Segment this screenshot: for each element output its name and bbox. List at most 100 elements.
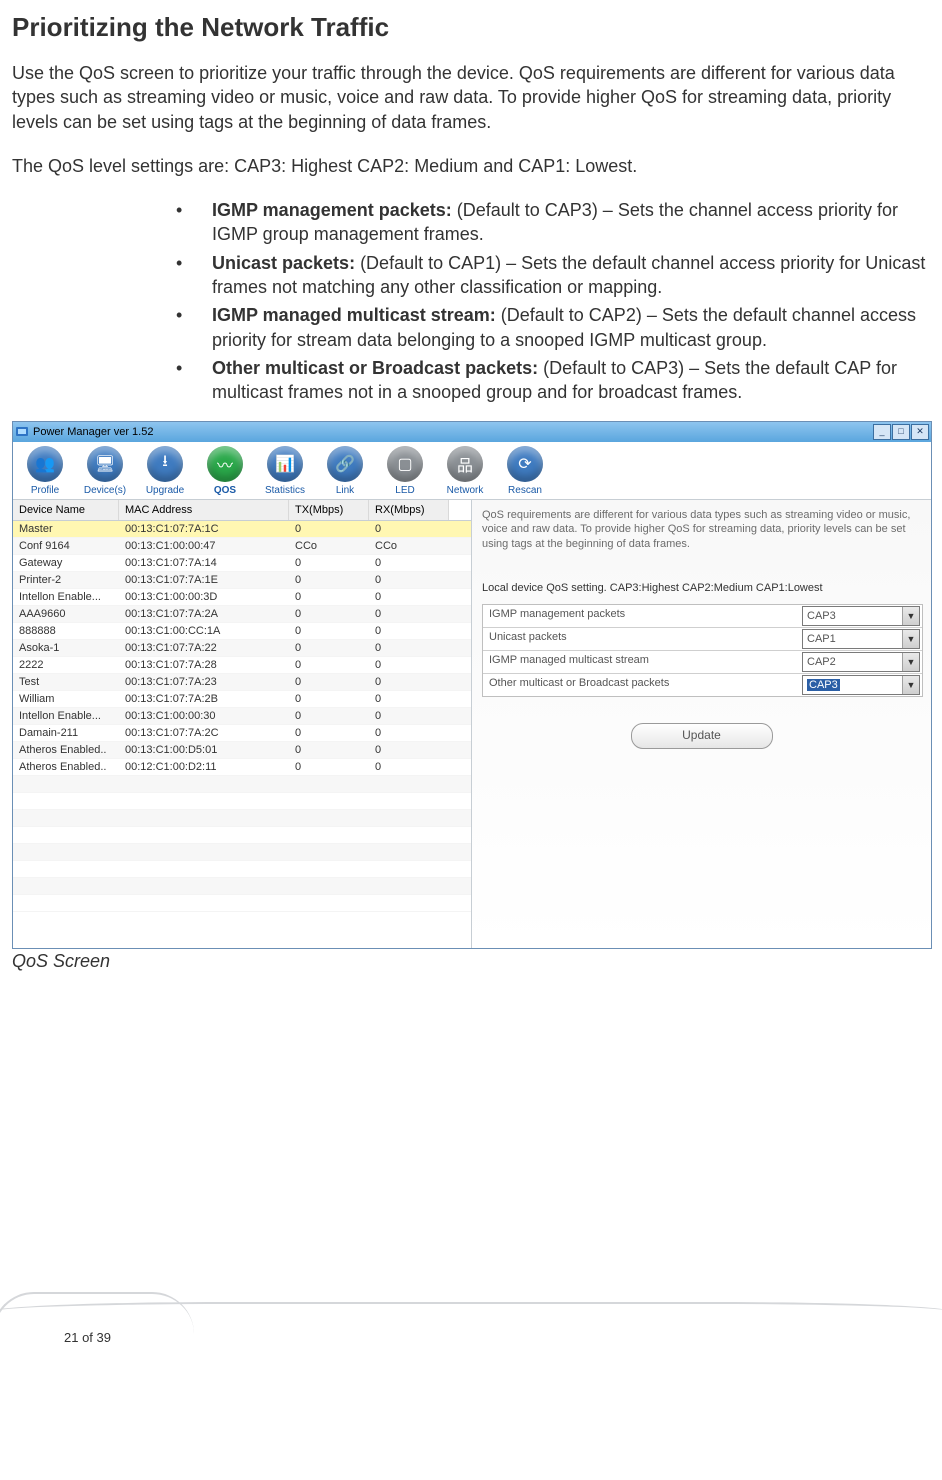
toolbar-qos[interactable]: 〰QOS [197,446,253,499]
toolbar-network[interactable]: 品Network [437,446,493,499]
cell: 0 [369,691,449,707]
table-row[interactable]: Conf 916400:13:C1:00:00:47CCoCCo [13,538,471,555]
app-title: Power Manager ver 1.52 [33,426,153,438]
minimize-button[interactable]: _ [873,424,891,440]
qos-row-label: Unicast packets [483,627,800,650]
toolbar-rescan[interactable]: ⟳Rescan [497,446,553,499]
cell: 00:13:C1:07:7A:2B [119,691,289,707]
col-device-name[interactable]: Device Name [13,500,119,520]
cell: Intellon Enable... [13,589,119,605]
cell: 00:13:C1:07:7A:2C [119,725,289,741]
toolbar-led[interactable]: ▢LED [377,446,433,499]
qos-row: IGMP managed multicast streamCAP2▼ [483,650,922,673]
definition-list: IGMP management packets: (Default to CAP… [12,198,930,404]
list-item: IGMP management packets: (Default to CAP… [212,198,930,247]
cell: 0 [289,521,369,537]
cell: 0 [289,759,369,775]
cell: Asoka-1 [13,640,119,656]
intro-paragraph: Use the QoS screen to prioritize your tr… [12,61,930,134]
cell: 0 [369,674,449,690]
cell: 0 [289,640,369,656]
toolbar-profile[interactable]: 👥 Profile [17,446,73,499]
cell: CCo [369,538,449,554]
table-row[interactable]: AAA966000:13:C1:07:7A:2A00 [13,606,471,623]
qos-select[interactable]: CAP3▼ [802,675,920,695]
toolbar-statistics[interactable]: 📊 Statistics [257,446,313,499]
toolbar-label: Upgrade [137,485,193,496]
qos-select[interactable]: CAP3▼ [802,606,920,626]
cell: 00:13:C1:00:00:47 [119,538,289,554]
qos-description: QoS requirements are different for vario… [482,508,921,553]
cell: 00:13:C1:00:00:3D [119,589,289,605]
cell: 0 [369,708,449,724]
profile-icon: 👥 [27,446,63,482]
cell: 00:13:C1:07:7A:1E [119,572,289,588]
list-item: Other multicast or Broadcast packets: (D… [212,356,930,405]
toolbar-label: LED [377,485,433,496]
cell: 00:13:C1:00:00:30 [119,708,289,724]
cell: 00:12:C1:00:D2:11 [119,759,289,775]
qos-select[interactable]: CAP1▼ [802,629,920,649]
device-table: Device Name MAC Address TX(Mbps) RX(Mbps… [13,500,472,948]
table-row[interactable]: Intellon Enable...00:13:C1:00:00:3000 [13,708,471,725]
table-row[interactable]: 222200:13:C1:07:7A:2800 [13,657,471,674]
qos-select-value: CAP2 [807,656,836,668]
table-row[interactable]: William00:13:C1:07:7A:2B00 [13,691,471,708]
device-s--icon: 🖥 [87,446,123,482]
cell: 0 [369,742,449,758]
update-button[interactable]: Update [631,723,773,749]
list-item: IGMP managed multicast stream: (Default … [212,303,930,352]
col-mac[interactable]: MAC Address [119,500,289,520]
table-row[interactable]: Atheros Enabled..00:12:C1:00:D2:1100 [13,759,471,776]
levels-paragraph: The QoS level settings are: CAP3: Highes… [12,154,930,178]
qos-row: IGMP management packetsCAP3▼ [483,605,922,627]
page-title: Prioritizing the Network Traffic [12,12,930,43]
cell: 00:13:C1:00:D5:01 [119,742,289,758]
table-row[interactable]: Atheros Enabled..00:13:C1:00:D5:0100 [13,742,471,759]
cell: 0 [369,623,449,639]
toolbar-upgrade[interactable]: ⭳Upgrade [137,446,193,499]
col-tx[interactable]: TX(Mbps) [289,500,369,520]
table-row [13,827,471,844]
cell: 00:13:C1:07:7A:2A [119,606,289,622]
list-item: Unicast packets: (Default to CAP1) – Set… [212,251,930,300]
table-row[interactable]: Gateway00:13:C1:07:7A:1400 [13,555,471,572]
table-row [13,861,471,878]
cell: 0 [369,606,449,622]
table-row[interactable]: 88888800:13:C1:00:CC:1A00 [13,623,471,640]
table-row[interactable]: Asoka-100:13:C1:07:7A:2200 [13,640,471,657]
toolbar-label: Profile [17,485,73,496]
qos-select[interactable]: CAP2▼ [802,652,920,672]
qos-subtitle: Local device QoS setting. CAP3:Highest C… [482,582,921,594]
statistics-icon: 📊 [267,446,303,482]
toolbar-device-s-[interactable]: 🖥Device(s) [77,446,133,499]
cell: 0 [289,691,369,707]
table-row[interactable]: Intellon Enable...00:13:C1:00:00:3D00 [13,589,471,606]
table-row[interactable]: Test00:13:C1:07:7A:2300 [13,674,471,691]
toolbar-label: Statistics [257,485,313,496]
table-row[interactable]: Damain-21100:13:C1:07:7A:2C00 [13,725,471,742]
qos-select-value: CAP3 [807,679,840,691]
footer-wave-icon [0,1302,942,1322]
table-header: Device Name MAC Address TX(Mbps) RX(Mbps… [13,500,471,521]
close-button[interactable]: ✕ [911,424,929,440]
table-row [13,776,471,793]
toolbar-link[interactable]: 🔗Link [317,446,373,499]
cell: 0 [369,572,449,588]
cell: 0 [289,725,369,741]
cell: Atheros Enabled.. [13,759,119,775]
cell: 0 [289,674,369,690]
cell: 0 [369,555,449,571]
maximize-button[interactable]: □ [892,424,910,440]
cell: 0 [369,759,449,775]
toolbar: 👥 Profile 🖥Device(s)⭳Upgrade〰QOS 📊 Statistic… [13,442,931,500]
table-row[interactable]: Master00:13:C1:07:7A:1C00 [13,521,471,538]
qos-row: Other multicast or Broadcast packetsCAP3… [483,673,922,696]
table-row[interactable]: Printer-200:13:C1:07:7A:1E00 [13,572,471,589]
cell: Conf 9164 [13,538,119,554]
col-rx[interactable]: RX(Mbps) [369,500,449,520]
toolbar-label: Network [437,485,493,496]
cell: 0 [289,657,369,673]
cell: William [13,691,119,707]
cell: Gateway [13,555,119,571]
